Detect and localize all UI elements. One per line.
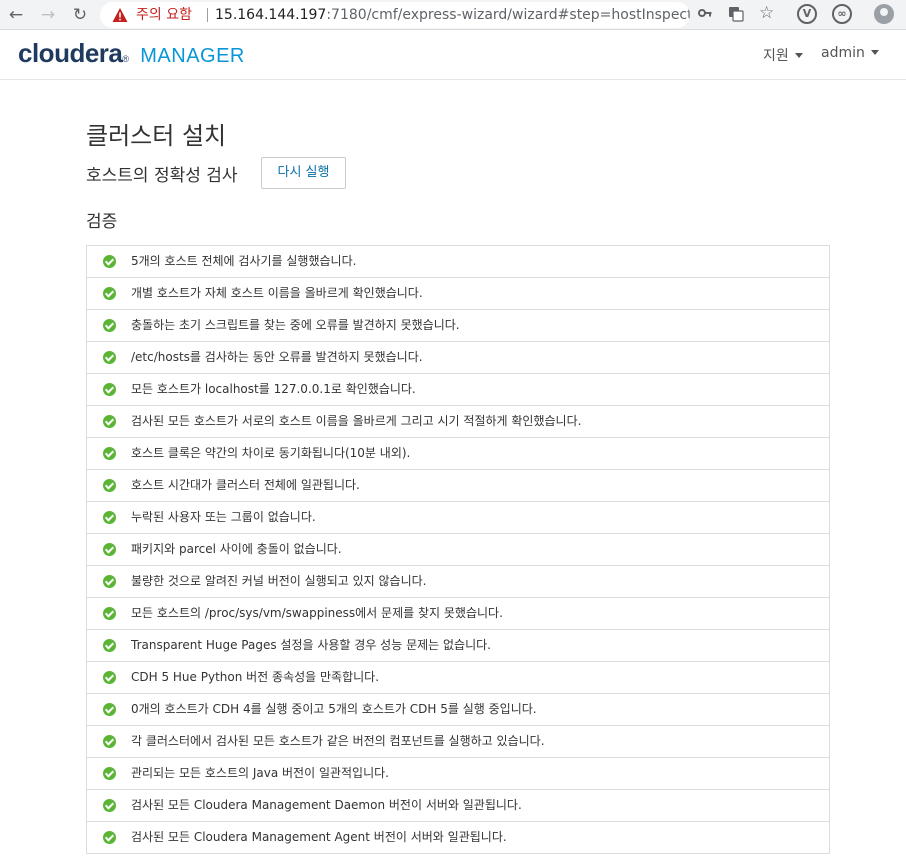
validation-heading: 검증 — [86, 212, 118, 232]
check-circle-icon — [103, 799, 116, 812]
back-arrow-icon[interactable]: ← — [4, 3, 28, 27]
list-item: 검사된 모든 Cloudera Management Agent 버전이 서버와… — [87, 822, 829, 853]
browser-toolbar: ← → ↻ 주의 요함 15.164.144.197:7180/cmf/expr… — [0, 0, 906, 30]
chevron-down-icon — [870, 49, 879, 55]
list-item: 검사된 모든 호스트가 서로의 호스트 이름을 올바르게 그리고 시기 적절하게… — [87, 406, 829, 438]
app-header: cloudera® MANAGER 지원 admin — [0, 30, 906, 80]
user-menu-label: admin — [821, 45, 865, 61]
check-result-text: 개별 호스트가 자체 호스트 이름을 올바르게 확인했습니다. — [131, 286, 423, 300]
list-item: 호스트 시간대가 클러스터 전체에 일관됩니다. — [87, 470, 829, 502]
logo-product: MANAGER — [140, 45, 245, 67]
url-text[interactable]: 15.164.144.197:7180/cmf/express-wizard/w… — [215, 2, 690, 28]
rerun-button[interactable]: 다시 실행 — [261, 157, 346, 189]
list-item: 호스트 클록은 약간의 차이로 동기화됩니다(10분 내외). — [87, 438, 829, 470]
list-item: Transparent Huge Pages 설정을 사용할 경우 성능 문제는… — [87, 630, 829, 662]
key-icon[interactable] — [698, 6, 712, 24]
address-bar[interactable]: 주의 요함 15.164.144.197:7180/cmf/express-wi… — [100, 2, 690, 28]
check-circle-icon — [103, 479, 116, 492]
check-circle-icon — [103, 447, 116, 460]
check-result-text: 호스트 클록은 약간의 차이로 동기화됩니다(10분 내외). — [131, 446, 411, 460]
check-circle-icon — [103, 351, 116, 364]
profile-avatar-icon[interactable] — [874, 4, 894, 24]
check-circle-icon — [103, 575, 116, 588]
extension-icon[interactable]: ∞ — [832, 4, 852, 24]
list-item: 0개의 호스트가 CDH 4를 실행 중이고 5개의 호스트가 CDH 5를 실… — [87, 694, 829, 726]
check-circle-icon — [103, 607, 116, 620]
bookmark-star-icon[interactable]: ☆ — [759, 3, 774, 23]
forward-arrow-icon[interactable]: → — [36, 3, 60, 27]
check-circle-icon — [103, 735, 116, 748]
support-menu-label: 지원 — [763, 48, 789, 64]
check-result-text: Transparent Huge Pages 설정을 사용할 경우 성능 문제는… — [131, 638, 491, 652]
check-circle-icon — [103, 319, 116, 332]
check-circle-icon — [103, 703, 116, 716]
check-result-text: 각 클러스터에서 검사된 모든 호스트가 같은 버전의 컴포넌트를 실행하고 있… — [131, 734, 545, 748]
list-item: CDH 5 Hue Python 버전 종속성을 만족합니다. — [87, 662, 829, 694]
security-warning-label[interactable]: 주의 요함 — [136, 2, 192, 28]
list-item: 패키지와 parcel 사이에 충돌이 없습니다. — [87, 534, 829, 566]
list-item: 모든 호스트의 /proc/sys/vm/swappiness에서 문제를 찾지… — [87, 598, 829, 630]
list-item: 충돌하는 초기 스크립트를 찾는 중에 오류를 발견하지 못했습니다. — [87, 310, 829, 342]
support-menu[interactable]: 지원 — [763, 45, 803, 65]
check-result-text: 검사된 모든 Cloudera Management Agent 버전이 서버와… — [131, 830, 507, 844]
list-item: 불량한 것으로 알려진 커널 버전이 실행되고 있지 않습니다. — [87, 566, 829, 598]
validation-list: 5개의 호스트 전체에 검사기를 실행했습니다. 개별 호스트가 자체 호스트 이… — [86, 245, 830, 854]
list-item: 누락된 사용자 또는 그룹이 없습니다. — [87, 502, 829, 534]
url-path: :7180/cmf/express-wizard/wizard#step=hos… — [326, 7, 690, 23]
check-result-text: 누락된 사용자 또는 그룹이 없습니다. — [131, 510, 316, 524]
check-circle-icon — [103, 831, 116, 844]
list-item: 모든 호스트가 localhost를 127.0.0.1로 확인했습니다. — [87, 374, 829, 406]
list-item: 5개의 호스트 전체에 검사기를 실행했습니다. — [87, 246, 829, 278]
cloudera-manager-logo[interactable]: cloudera® MANAGER — [18, 38, 245, 71]
check-result-text: 검사된 모든 호스트가 서로의 호스트 이름을 올바르게 그리고 시기 적절하게… — [131, 414, 582, 428]
check-result-text: 관리되는 모든 호스트의 Java 버전이 일관적입니다. — [131, 766, 389, 780]
reload-icon[interactable]: ↻ — [68, 3, 92, 27]
logo-brand: cloudera — [18, 38, 123, 68]
check-circle-icon — [103, 287, 116, 300]
check-circle-icon — [103, 511, 116, 524]
check-result-text: 0개의 호스트가 CDH 4를 실행 중이고 5개의 호스트가 CDH 5를 실… — [131, 702, 537, 716]
address-divider — [207, 8, 208, 22]
check-circle-icon — [103, 639, 116, 652]
registered-mark: ® — [122, 54, 130, 64]
check-result-text: CDH 5 Hue Python 버전 종속성을 만족합니다. — [131, 670, 380, 684]
check-circle-icon — [103, 415, 116, 428]
check-result-text: 모든 호스트가 localhost를 127.0.0.1로 확인했습니다. — [131, 382, 416, 396]
check-result-text: 패키지와 parcel 사이에 충돌이 없습니다. — [131, 542, 342, 556]
check-result-text: 충돌하는 초기 스크립트를 찾는 중에 오류를 발견하지 못했습니다. — [131, 318, 460, 332]
check-result-text: 검사된 모든 Cloudera Management Daemon 버전이 서버… — [131, 798, 522, 812]
check-circle-icon — [103, 383, 116, 396]
list-item: /etc/hosts를 검사하는 동안 오류를 발견하지 못했습니다. — [87, 342, 829, 374]
chevron-down-icon — [794, 52, 803, 58]
vivaldi-extension-icon[interactable]: V — [797, 4, 817, 24]
check-result-text: 5개의 호스트 전체에 검사기를 실행했습니다. — [131, 254, 357, 268]
list-item: 검사된 모든 Cloudera Management Daemon 버전이 서버… — [87, 790, 829, 822]
list-item: 관리되는 모든 호스트의 Java 버전이 일관적입니다. — [87, 758, 829, 790]
check-result-text: 모든 호스트의 /proc/sys/vm/swappiness에서 문제를 찾지… — [131, 606, 503, 620]
page-title: 클러스터 설치 — [86, 122, 227, 150]
check-circle-icon — [103, 543, 116, 556]
check-circle-icon — [103, 767, 116, 780]
check-circle-icon — [103, 255, 116, 268]
section-subtitle: 호스트의 정확성 검사 — [86, 166, 238, 186]
translate-icon[interactable] — [728, 6, 744, 26]
url-host: 15.164.144.197 — [215, 7, 327, 23]
check-result-text: 호스트 시간대가 클러스터 전체에 일관됩니다. — [131, 478, 360, 492]
user-menu[interactable]: admin — [821, 45, 879, 61]
check-circle-icon — [103, 671, 116, 684]
check-result-text: /etc/hosts를 검사하는 동안 오류를 발견하지 못했습니다. — [131, 350, 423, 364]
warning-icon — [112, 8, 128, 22]
list-item: 각 클러스터에서 검사된 모든 호스트가 같은 버전의 컴포넌트를 실행하고 있… — [87, 726, 829, 758]
check-result-text: 불량한 것으로 알려진 커널 버전이 실행되고 있지 않습니다. — [131, 574, 427, 588]
list-item: 개별 호스트가 자체 호스트 이름을 올바르게 확인했습니다. — [87, 278, 829, 310]
